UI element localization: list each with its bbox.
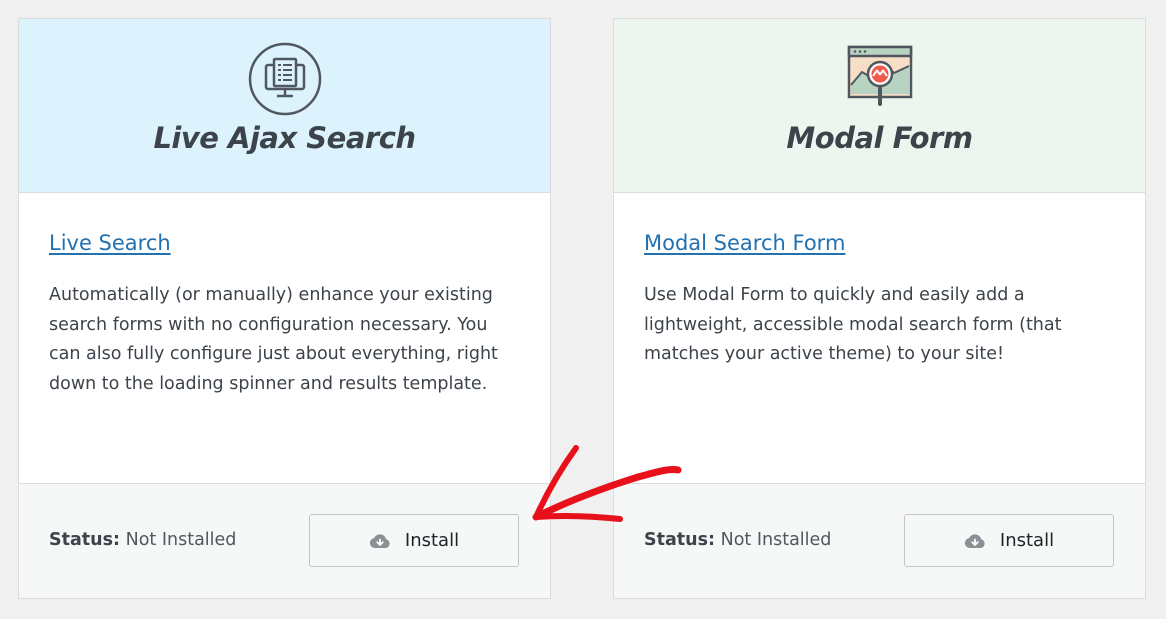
browser-magnifier-icon xyxy=(847,45,912,106)
card-body: Modal Search Form Use Modal Form to quic… xyxy=(644,231,1115,370)
document-search-icon xyxy=(248,42,321,116)
card-body: Live Search Automatically (or manually) … xyxy=(49,231,520,399)
install-button-label: Install xyxy=(404,530,460,551)
install-button[interactable]: Install xyxy=(309,514,519,567)
install-status: Status: Not Installed xyxy=(644,530,831,550)
card-header: Modal Form xyxy=(614,19,1145,193)
card-footer: Status: Not Installed Install xyxy=(614,483,1145,598)
card-header: Live Ajax Search xyxy=(19,19,550,193)
install-button[interactable]: Install xyxy=(904,514,1114,567)
cloud-download-icon xyxy=(964,533,985,548)
addon-description: Automatically (or manually) enhance your… xyxy=(49,285,498,394)
addon-description: Use Modal Form to quickly and easily add… xyxy=(644,285,1062,364)
addon-card-modal-form: Modal Form Modal Search Form Use Modal F… xyxy=(613,18,1146,599)
card-footer: Status: Not Installed Install xyxy=(19,483,550,598)
addon-card-live-ajax-search: Live Ajax Search Live Search Automatical… xyxy=(18,18,551,599)
card-header-title: Modal Form xyxy=(786,121,973,155)
addon-link-live-search[interactable]: Live Search xyxy=(49,231,171,255)
status-value: Not Installed xyxy=(720,530,832,550)
status-label: Status: xyxy=(644,530,716,550)
status-label: Status: xyxy=(49,530,121,550)
install-status: Status: Not Installed xyxy=(49,530,236,550)
status-value: Not Installed xyxy=(125,530,237,550)
addon-link-modal-search-form[interactable]: Modal Search Form xyxy=(644,231,845,255)
card-header-title: Live Ajax Search xyxy=(153,121,416,155)
install-button-label: Install xyxy=(999,530,1055,551)
cloud-download-icon xyxy=(369,533,390,548)
